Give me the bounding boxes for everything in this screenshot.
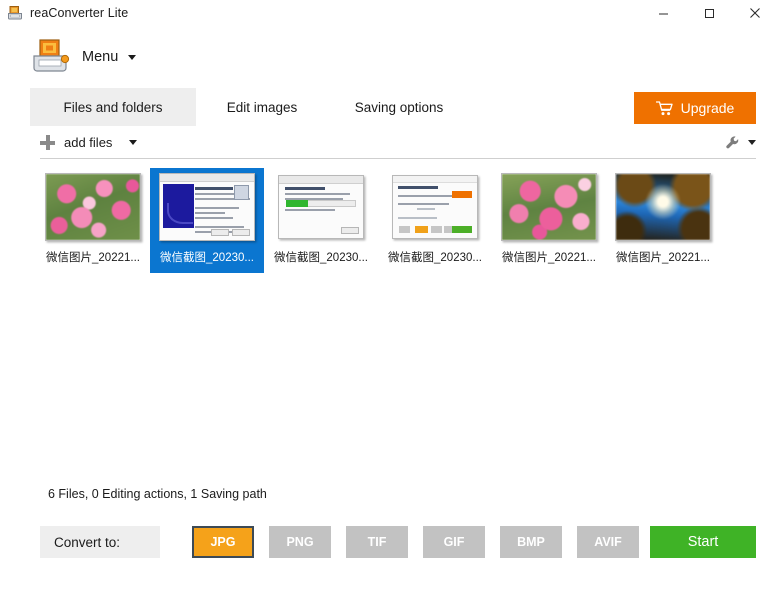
- status-text: 6 Files, 0 Editing actions, 1 Saving pat…: [48, 487, 267, 501]
- format-button-bmp[interactable]: BMP: [500, 526, 562, 558]
- file-thumbnail: [392, 175, 478, 239]
- file-item[interactable]: 微信图片_20221...: [606, 168, 720, 273]
- file-name-label: 微信截图_20230...: [388, 249, 482, 265]
- reaconverter-logo-icon: [30, 38, 70, 76]
- image-preview-night-sky: [616, 174, 710, 240]
- image-preview-installer: [160, 174, 254, 240]
- file-name-label: 微信截图_20230...: [274, 249, 368, 265]
- tab-saving-options[interactable]: Saving options: [328, 88, 470, 126]
- window-title: reaConverter Lite: [30, 6, 128, 20]
- menu-row: Menu: [0, 26, 778, 88]
- file-item[interactable]: 微信图片_20221...: [36, 168, 150, 273]
- add-files-label: add files: [64, 135, 112, 150]
- format-label: BMP: [517, 535, 545, 549]
- image-preview-progress: [279, 176, 363, 238]
- file-thumbnail: [159, 173, 255, 241]
- files-toolbar: add files: [0, 126, 778, 159]
- file-item[interactable]: 微信截图_20230...: [264, 168, 378, 273]
- tab-bar: Files and folders Edit images Saving opt…: [0, 88, 778, 126]
- format-label: AVIF: [594, 535, 622, 549]
- file-thumbnail: [45, 173, 141, 241]
- tab-files-and-folders-label: Files and folders: [63, 100, 162, 115]
- toolbar-settings-button[interactable]: [725, 126, 756, 159]
- image-preview-flowers: [502, 174, 596, 240]
- chevron-down-icon: [129, 140, 137, 145]
- format-button-avif[interactable]: AVIF: [577, 526, 639, 558]
- file-item[interactable]: 微信图片_20221...: [492, 168, 606, 273]
- chevron-down-icon: [748, 140, 756, 145]
- file-name-label: 微信图片_20221...: [46, 249, 140, 265]
- file-thumbnail-wrapper: [157, 172, 257, 242]
- window-titlebar: reaConverter Lite: [0, 0, 778, 26]
- format-button-gif[interactable]: GIF: [423, 526, 485, 558]
- image-preview-app-screenshot: [393, 176, 477, 238]
- image-preview-flowers: [46, 174, 140, 240]
- format-label: PNG: [286, 535, 313, 549]
- chevron-down-icon: [128, 55, 136, 60]
- upgrade-button[interactable]: Upgrade: [634, 92, 756, 124]
- format-label: JPG: [210, 535, 235, 549]
- file-item-selected[interactable]: 微信截图_20230...: [150, 168, 264, 273]
- file-thumbnail: [278, 175, 364, 239]
- menu-button[interactable]: Menu: [82, 49, 136, 65]
- file-thumbnail-wrapper: [613, 172, 713, 242]
- format-button-png[interactable]: PNG: [269, 526, 331, 558]
- file-name-label: 微信图片_20221...: [616, 249, 710, 265]
- file-grid: 微信图片_20221...: [36, 168, 778, 273]
- file-item[interactable]: 微信截图_20230...: [378, 168, 492, 273]
- file-thumbnail-wrapper: [271, 172, 371, 242]
- convert-to-label: Convert to:: [40, 526, 160, 558]
- tab-saving-options-label: Saving options: [355, 100, 444, 115]
- menu-label: Menu: [82, 49, 118, 65]
- bottom-bar: Convert to: JPG PNG TIF GIF BMP AVIF Sta…: [0, 511, 778, 573]
- add-files-button[interactable]: add files: [40, 135, 137, 150]
- file-thumbnail-wrapper: [43, 172, 143, 242]
- format-label: TIF: [368, 535, 387, 549]
- file-thumbnail: [501, 173, 597, 241]
- tab-edit-images-label: Edit images: [227, 100, 298, 115]
- format-label: GIF: [444, 535, 465, 549]
- file-name-label: 微信图片_20221...: [502, 249, 596, 265]
- minimize-button[interactable]: [640, 0, 686, 26]
- maximize-button[interactable]: [686, 0, 732, 26]
- format-button-jpg[interactable]: JPG: [192, 526, 254, 558]
- file-thumbnail-wrapper: [385, 172, 485, 242]
- start-button[interactable]: Start: [650, 526, 756, 558]
- plus-icon: [40, 135, 55, 150]
- convert-to-text: Convert to:: [54, 535, 120, 550]
- wrench-icon: [725, 135, 741, 151]
- close-button[interactable]: [732, 0, 778, 26]
- start-label: Start: [688, 534, 719, 550]
- file-thumbnail: [615, 173, 711, 241]
- upgrade-label: Upgrade: [681, 100, 735, 116]
- file-list-area[interactable]: 微信图片_20221...: [0, 159, 778, 477]
- tab-edit-images[interactable]: Edit images: [196, 88, 328, 126]
- file-name-label: 微信截图_20230...: [160, 249, 254, 265]
- tab-files-and-folders[interactable]: Files and folders: [30, 88, 196, 126]
- shopping-cart-icon: [656, 101, 673, 116]
- status-bar: 6 Files, 0 Editing actions, 1 Saving pat…: [0, 477, 778, 511]
- format-button-tif[interactable]: TIF: [346, 526, 408, 558]
- file-thumbnail-wrapper: [499, 172, 599, 242]
- window-controls: [640, 0, 778, 26]
- printer-icon: [7, 5, 23, 21]
- titlebar-left: reaConverter Lite: [0, 5, 128, 21]
